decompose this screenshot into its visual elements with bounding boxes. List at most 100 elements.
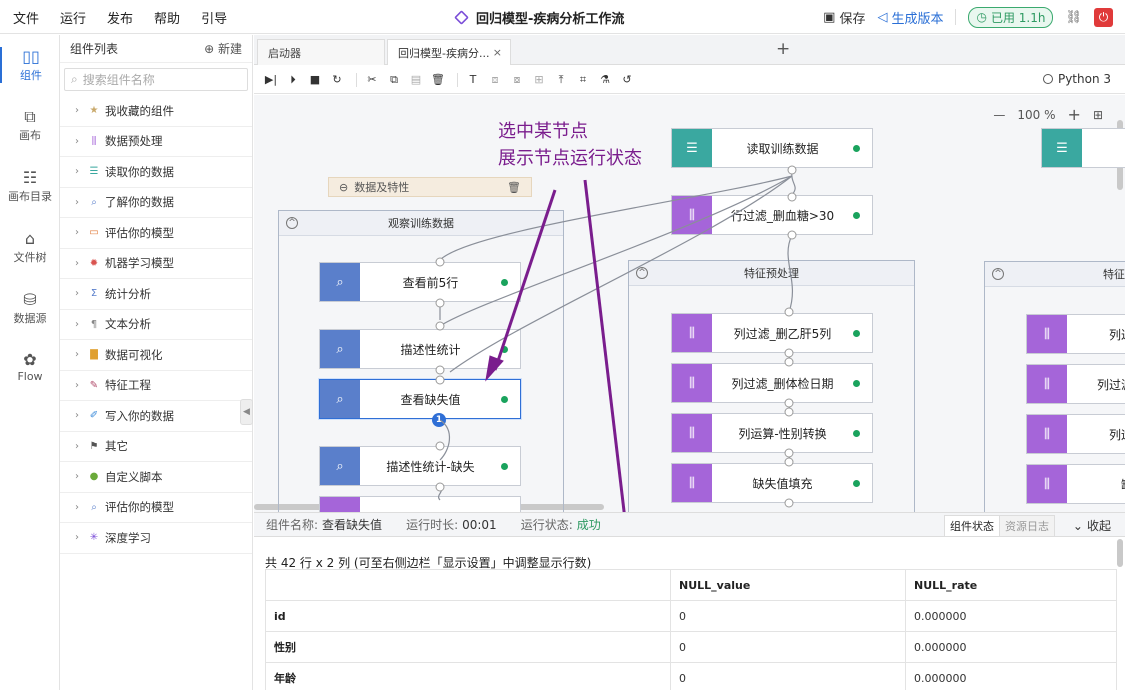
rail-canvas[interactable]: ⧉ 画布 <box>0 107 60 143</box>
group-bar[interactable]: ⊖ 数据及特性 🗑 <box>328 177 532 197</box>
result-scrollbar[interactable] <box>1117 539 1123 567</box>
collapse-icon[interactable]: ^ <box>636 267 648 279</box>
category-icon: ● <box>89 471 99 483</box>
layout-icon[interactable]: ⌗ <box>574 71 592 89</box>
category-icon: ☰ <box>89 166 99 178</box>
tree-item[interactable]: › ⌕ 评估你的模型 <box>60 493 252 523</box>
text-icon[interactable]: T <box>464 71 482 89</box>
tree-item[interactable]: › Σ 统计分析 <box>60 279 252 310</box>
menu-help[interactable]: 帮助 <box>154 8 180 27</box>
collapse-icon[interactable]: ^ <box>992 268 1004 280</box>
zoom-out-button[interactable]: — <box>993 108 1005 122</box>
fit-screen-icon[interactable]: ⊞ <box>1093 108 1103 122</box>
copy-icon[interactable]: ⧉ <box>385 71 403 89</box>
menu-guide[interactable]: 引导 <box>201 8 227 27</box>
node-right-4[interactable]: ⫼缺 <box>1026 464 1125 504</box>
tab-bar: 启动器 回归模型-疾病分... × + <box>254 35 1125 65</box>
tree-item[interactable]: › ¶ 文本分析 <box>60 310 252 340</box>
tab-resource-log[interactable]: 资源日志 <box>1000 516 1054 536</box>
export-icon[interactable]: ⤒ <box>552 71 570 89</box>
collapse-panel-button[interactable]: ⌄ 收起 <box>1073 517 1111 534</box>
paste-icon[interactable]: ▤ <box>407 71 425 89</box>
magnifier-icon: ⌕ <box>320 380 360 418</box>
flask-icon[interactable]: ⚗ <box>596 71 614 89</box>
add-tab-button[interactable]: + <box>776 39 790 59</box>
rail-file-tree[interactable]: ⌂ 文件树 <box>0 229 60 265</box>
chevron-right-icon: › <box>75 227 79 239</box>
node-column-filter-date[interactable]: ⫼ 列过滤_删体检日期 <box>671 363 873 403</box>
refresh-icon[interactable]: ↻ <box>328 71 346 89</box>
node-right-2[interactable]: ⫼列过滤 <box>1026 364 1125 404</box>
node-read-data-right[interactable]: ☰ <box>1041 128 1125 168</box>
node-right-1[interactable]: ⫼列过 <box>1026 314 1125 354</box>
node-partial[interactable] <box>319 496 521 512</box>
node-view-top-rows[interactable]: ⌕ 查看前5行 <box>319 262 521 302</box>
magnifier-icon: ⌕ <box>320 447 360 485</box>
run-all-icon[interactable]: ⏵ <box>284 71 302 89</box>
node-read-training-data[interactable]: ☰ 读取训练数据 <box>671 128 873 168</box>
node-view-missing-values[interactable]: ⌕ 查看缺失值 <box>319 379 521 419</box>
tree-item[interactable]: › ▭ 评估你的模型 <box>60 218 252 249</box>
tree-item[interactable]: › ✳ 深度学习 <box>60 523 252 554</box>
tree-item[interactable]: › ⚑ 其它 <box>60 432 252 462</box>
tree-item[interactable]: › ● 自定义脚本 <box>60 462 252 493</box>
node-descriptive-stats-missing[interactable]: ⌕ 描述性统计-缺失 <box>319 446 521 486</box>
node-missing-fill[interactable]: ⫼ 缺失值填充 <box>671 463 873 503</box>
power-button[interactable]: ⏻ <box>1094 7 1113 27</box>
menu-publish[interactable]: 发布 <box>107 8 133 27</box>
new-component-button[interactable]: ⊕ 新建 <box>204 40 242 57</box>
node-info-bar: 组件名称: 查看缺失值 运行时长: 00:01 运行状态: 成功 组件状态 资源日志 … <box>254 512 1125 537</box>
node-descriptive-stats[interactable]: ⌕ 描述性统计 <box>319 329 521 369</box>
cut-icon[interactable]: ✂ <box>363 71 381 89</box>
zoom-in-button[interactable]: + <box>1068 105 1081 124</box>
node-column-compute-gender[interactable]: ⫼ 列运算-性别转换 <box>671 413 873 453</box>
rail-datasource[interactable]: ⛁ 数据源 <box>0 290 60 326</box>
history-icon[interactable]: ↺ <box>618 71 636 89</box>
tab-workflow[interactable]: 回归模型-疾病分... × <box>387 39 511 65</box>
menu-run[interactable]: 运行 <box>60 8 86 27</box>
node-right-3[interactable]: ⫼列运 <box>1026 414 1125 454</box>
chevron-right-icon: › <box>75 379 79 391</box>
menu-file[interactable]: 文件 <box>13 8 39 27</box>
rail-canvas-directory[interactable]: ☷ 画布目录 <box>0 168 60 204</box>
minus-circle-icon[interactable]: ⊖ <box>339 181 348 194</box>
publish-button[interactable]: ◁ 生成版本 <box>877 8 943 27</box>
group-icon[interactable]: ⧈ <box>486 71 504 89</box>
trash-icon[interactable]: 🗑 <box>507 181 521 194</box>
status-dot <box>853 379 860 387</box>
rail-components[interactable]: ▯▯ 组件 <box>0 47 60 83</box>
run-selected-icon[interactable]: ▶| <box>262 71 280 89</box>
tree-item[interactable]: › ✎ 特征工程 <box>60 371 252 401</box>
node-column-filter-hbv[interactable]: ⫼ 列过滤_删乙肝5列 <box>671 313 873 353</box>
align-icon[interactable]: ⊞ <box>530 71 548 89</box>
ungroup-icon[interactable]: ⧇ <box>508 71 526 89</box>
rail-flow[interactable]: ✿ Flow <box>0 350 60 383</box>
tree-item[interactable]: › ▇ 数据可视化 <box>60 340 252 371</box>
status-dot <box>853 144 860 152</box>
tree-item[interactable]: › ⌕ 了解你的数据 <box>60 188 252 218</box>
panel-collapse-handle[interactable]: ◀ <box>240 399 253 425</box>
filter-icon: ⫼ <box>672 364 712 402</box>
tree-item[interactable]: › ✐ 写入你的数据 <box>60 401 252 432</box>
stop-icon[interactable]: ■ <box>306 71 324 89</box>
tree-item[interactable]: › ☰ 读取你的数据 <box>60 157 252 188</box>
tab-component-status[interactable]: 组件状态 <box>945 516 1000 536</box>
table-cell: 0 <box>670 631 906 663</box>
save-button[interactable]: ▣ 保存 <box>823 8 865 27</box>
tree-item-label: 特征工程 <box>105 378 151 393</box>
kernel-status[interactable]: Python 3 <box>1042 72 1111 86</box>
delete-icon[interactable]: 🗑 <box>429 71 447 89</box>
node-filter-rows[interactable]: ⫼ 行过滤_删血糖>30 <box>671 195 873 235</box>
close-icon[interactable]: × <box>493 46 502 59</box>
divider <box>356 72 357 87</box>
link-icon[interactable]: ⛓ <box>1065 10 1082 25</box>
tree-item[interactable]: › ⫼ 数据预处理 <box>60 127 252 157</box>
result-table: NULL_value NULL_rate id 0 0.000000 性别 0 0.000… <box>265 569 1117 690</box>
collapse-icon[interactable]: ^ <box>286 217 298 229</box>
search-input[interactable] <box>82 72 233 87</box>
tab-launcher[interactable]: 启动器 <box>257 39 385 65</box>
tree-item[interactable]: › ★ 我收藏的组件 <box>60 96 252 127</box>
tree-item[interactable]: › ✹ 机器学习模型 <box>60 249 252 279</box>
workflow-canvas[interactable]: — 100 % + ⊞ ⊖ 数据及特性 🗑 ^ 观察训练数据 ^ 特征预处理 ^ 特征… <box>254 95 1125 512</box>
usage-badge[interactable]: ◷ 已用 1.1h <box>968 6 1054 28</box>
